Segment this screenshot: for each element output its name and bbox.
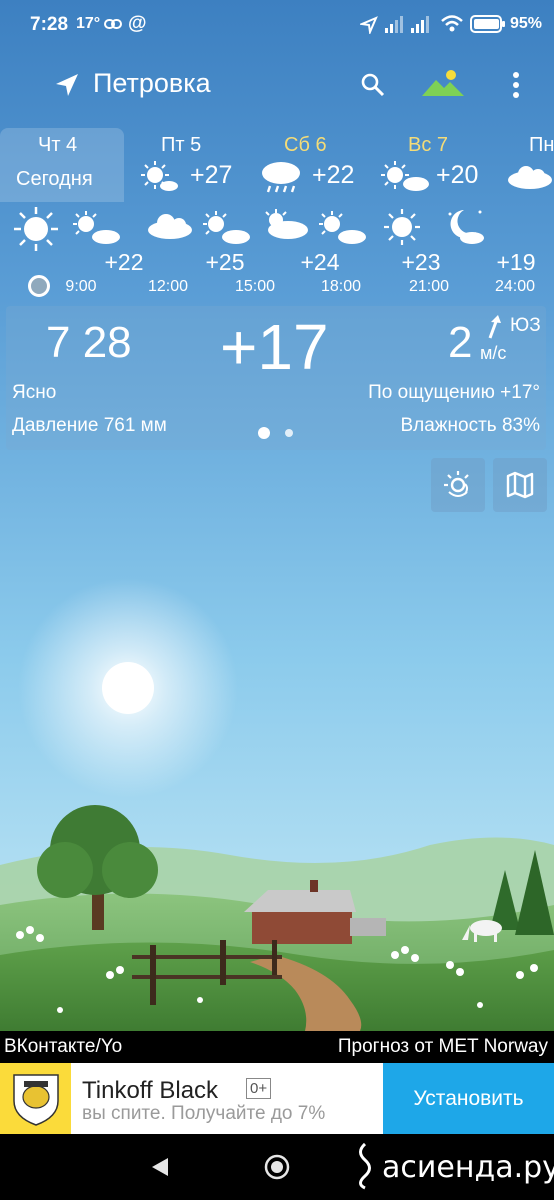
hourly-temp: +22	[104, 249, 144, 275]
sun-cloud-icon	[73, 211, 120, 244]
status-bar: 7:28 17° @ 95%	[0, 0, 554, 52]
day-name: Пн	[529, 134, 554, 156]
current-time: 7 28	[46, 318, 132, 367]
current-weather-card[interactable]: 7 28 +17 2 м/с ЮЗ Ясно По ощущению +17° …	[6, 306, 546, 450]
day-temp: +22	[312, 161, 355, 189]
page-indicator	[285, 429, 293, 437]
day-tab-sat[interactable]: Сб 6 +22	[248, 128, 372, 202]
wifi-icon	[441, 15, 463, 32]
page-indicator-active	[258, 427, 270, 439]
humidity: Влажность 83%	[400, 415, 540, 436]
radar-button[interactable]	[431, 458, 485, 512]
landscape-theme-icon[interactable]	[422, 68, 464, 98]
at-icon: @	[128, 13, 147, 34]
day-tab-mon[interactable]: Пн	[496, 128, 554, 202]
ad-subtitle: вы спите. Получайте до 7%	[82, 1103, 326, 1124]
hourly-time: 24:00	[494, 278, 536, 295]
weather-condition: Ясно	[12, 382, 57, 403]
tinkoff-shield-icon	[13, 1074, 59, 1126]
location-name[interactable]: Петровка	[93, 68, 211, 99]
sun-cloud-icon	[319, 211, 366, 244]
ad-install-button[interactable]: Установить	[383, 1063, 554, 1134]
feels-like: По ощущению +17°	[368, 382, 540, 403]
ad-age-rating: 0+	[246, 1078, 272, 1099]
signal-2-icon	[411, 16, 429, 33]
day-name: Сб 6	[284, 134, 327, 156]
wind-direction-arrow-icon	[488, 315, 501, 339]
cloud-icon	[148, 214, 192, 239]
day-tab-today[interactable]: Чт 4 Сегодня	[0, 128, 124, 202]
day-name: Вс 7	[408, 134, 449, 156]
search-icon[interactable]	[360, 72, 386, 98]
hourly-time: 21:00	[408, 278, 450, 295]
day-temp: +27	[190, 161, 233, 189]
sun-cloud-icon	[265, 209, 308, 239]
hourly-temp: +23	[401, 249, 441, 275]
watermark-text: асиенда.ру	[382, 1150, 554, 1185]
wind-unit: м/с	[480, 343, 507, 363]
hourly-temp: +25	[205, 249, 245, 275]
sun-cloud-icon	[381, 161, 429, 191]
forecast-source-bar: ВКонтакте/Yo Прогноз от MET Norway	[0, 1031, 554, 1063]
moon-cloud-icon	[448, 210, 484, 244]
hourly-temp: +19	[496, 249, 536, 275]
more-vert-icon[interactable]	[511, 71, 521, 99]
sun-cloud-icon	[141, 161, 178, 191]
source-left-link[interactable]: ВКонтакте/Yo	[4, 1036, 122, 1058]
link-icon	[104, 19, 122, 29]
back-icon[interactable]	[150, 1156, 170, 1178]
day-sub: Сегодня	[16, 168, 93, 190]
source-right-link[interactable]: Прогноз от MET Norway	[338, 1036, 548, 1058]
hourly-time: 12:00	[147, 278, 189, 295]
battery-icon	[470, 15, 505, 33]
pressure: Давление 761 мм	[12, 415, 167, 436]
hourly-time: 9:00	[65, 278, 97, 295]
ad-logo	[0, 1063, 71, 1134]
day-temp: +20	[436, 161, 479, 189]
day-tab-fri[interactable]: Пт 5 +27	[124, 128, 248, 202]
status-time: 7:28	[30, 14, 69, 35]
day-name: Чт 4	[38, 134, 78, 156]
hourly-temp: +24	[300, 249, 340, 275]
rain-cloud-icon	[262, 162, 300, 193]
day-tab-sun[interactable]: Вс 7 +20	[372, 128, 496, 202]
wind-direction: ЮЗ	[510, 315, 541, 336]
navigation-arrow-icon	[360, 16, 378, 34]
sun-cloud-icon	[203, 211, 250, 244]
current-temperature: +17	[220, 311, 329, 383]
cloud-icon	[508, 166, 552, 189]
battery-percent: 95%	[510, 15, 543, 32]
wind-speed: 2	[448, 318, 473, 367]
hourly-time: 15:00	[234, 278, 276, 295]
ad-banner[interactable]: Tinkoff Black 0+ вы спите. Получайте до …	[0, 1063, 554, 1134]
map-icon	[506, 471, 534, 499]
sun-icon	[14, 207, 58, 251]
hourly-time: 18:00	[320, 278, 362, 295]
sun-radar-icon	[444, 471, 469, 497]
hacienda-logo-icon	[359, 1142, 371, 1190]
map-button[interactable]	[493, 458, 547, 512]
home-icon[interactable]	[264, 1154, 290, 1180]
signal-1-icon	[385, 16, 403, 33]
location-arrow-icon[interactable]	[54, 72, 80, 98]
day-name: Пт 5	[161, 134, 202, 156]
sun-icon	[384, 209, 420, 245]
status-small-temp: 17°	[76, 15, 101, 32]
ad-title: Tinkoff Black	[82, 1077, 219, 1104]
